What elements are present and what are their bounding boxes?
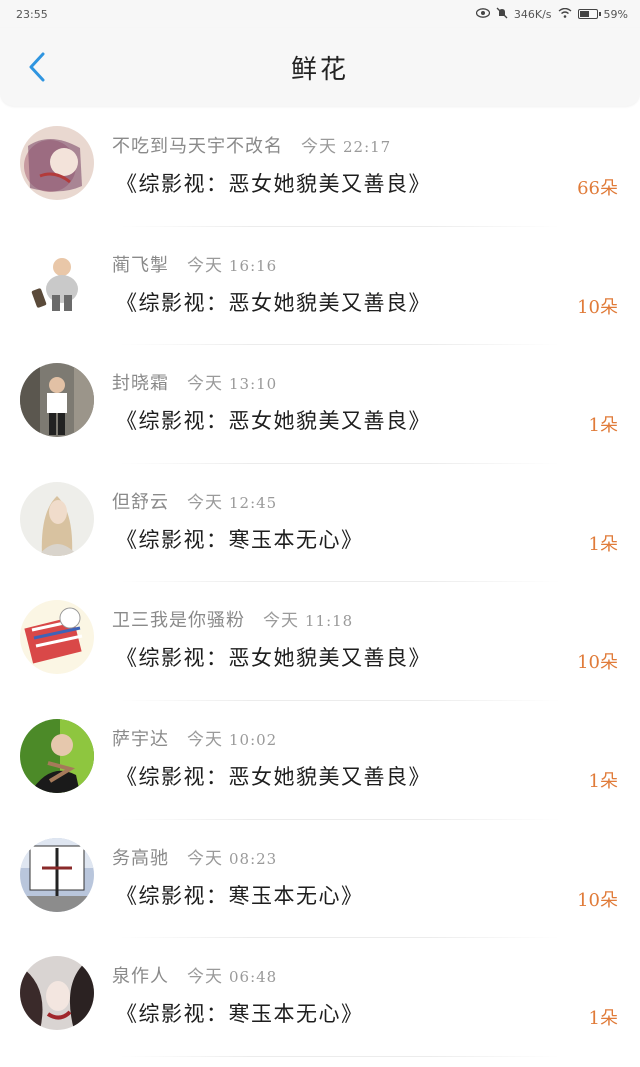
chevron-left-icon bbox=[29, 52, 45, 82]
book-title: 《综影视：恶女她貌美又善良》 bbox=[116, 764, 431, 789]
book-title: 《综影视：恶女她貌美又善良》 bbox=[116, 409, 431, 434]
username: 蔺飞掣 bbox=[112, 254, 169, 276]
book-title: 《综影视：恶女她貌美又善良》 bbox=[116, 290, 431, 315]
timestamp: 今天 13:10 bbox=[187, 374, 278, 395]
user-info: 泉作人 今天 06:48 bbox=[112, 962, 277, 988]
book-title: 《综影视：恶女她貌美又善良》 bbox=[116, 172, 431, 196]
timestamp: 今天 11:18 bbox=[263, 611, 354, 632]
username: 务高驰 bbox=[112, 847, 169, 869]
user-info: 封晓霜 今天 13:10 bbox=[112, 369, 277, 395]
status-time: 23:55 bbox=[16, 7, 48, 21]
avatar[interactable] bbox=[20, 481, 94, 556]
avatar[interactable] bbox=[20, 244, 94, 319]
divider bbox=[120, 1055, 560, 1057]
user-info: 蔺飞掣 今天 16:16 bbox=[112, 251, 277, 277]
username: 泉作人 bbox=[112, 966, 169, 988]
app-header: 鲜花 bbox=[0, 28, 640, 106]
username: 不吃到马天宇不改名 bbox=[112, 136, 283, 157]
timestamp: 今天 16:16 bbox=[187, 255, 278, 276]
list-item[interactable]: 但舒云 今天 12:45 《综影视：寒玉本无心》 1朵 bbox=[0, 464, 640, 583]
user-info: 但舒云 今天 12:45 bbox=[112, 488, 277, 514]
back-button[interactable] bbox=[22, 49, 52, 85]
flower-count: 1朵 bbox=[588, 415, 618, 437]
avatar[interactable] bbox=[20, 956, 94, 1031]
username: 卫三我是你骚粉 bbox=[112, 610, 245, 632]
user-info: 卫三我是你骚粉 今天 11:18 bbox=[112, 606, 353, 632]
timestamp: 今天 22:17 bbox=[301, 137, 392, 157]
mute-bell-icon bbox=[496, 7, 508, 22]
timestamp: 今天 12:45 bbox=[187, 492, 278, 513]
flower-count: 1朵 bbox=[588, 1008, 618, 1030]
avatar[interactable] bbox=[20, 600, 94, 675]
list-item[interactable]: 务高驰 今天 08:23 《综影视：寒玉本无心》 10朵 bbox=[0, 820, 640, 939]
book-title: 《综影视：恶女她貌美又善良》 bbox=[116, 646, 431, 671]
user-info: 萨宇达 今天 10:02 bbox=[112, 725, 277, 751]
flower-count: 66朵 bbox=[577, 178, 618, 199]
avatar[interactable] bbox=[20, 718, 94, 793]
page-title: 鲜花 bbox=[290, 54, 349, 85]
list-item[interactable]: 萨宇达 今天 10:02 《综影视：恶女她貌美又善良》 1朵 bbox=[0, 701, 640, 820]
book-title: 《综影视：寒玉本无心》 bbox=[116, 527, 364, 552]
status-bar: 23:55 346K/s 59% bbox=[0, 0, 640, 28]
avatar[interactable] bbox=[20, 363, 94, 438]
eye-icon bbox=[475, 7, 491, 21]
list-item[interactable]: 蔺飞掣 今天 16:16 《综影视：恶女她貌美又善良》 10朵 bbox=[0, 227, 640, 346]
timestamp: 今天 06:48 bbox=[187, 967, 278, 988]
network-speed: 346K/s bbox=[513, 7, 552, 21]
book-title: 《综影视：寒玉本无心》 bbox=[116, 1002, 364, 1027]
list-item[interactable]: 泉作人 今天 06:48 《综影视：寒玉本无心》 1朵 bbox=[0, 938, 640, 1057]
list-item[interactable]: 不吃到马天宇不改名 今天 22:17 《综影视：恶女她貌美又善良》 66朵 bbox=[0, 108, 640, 227]
user-info: 务高驰 今天 08:23 bbox=[112, 844, 277, 870]
avatar[interactable] bbox=[20, 837, 94, 912]
list-item[interactable]: 卫三我是你骚粉 今天 11:18 《综影视：恶女她貌美又善良》 10朵 bbox=[0, 582, 640, 701]
wifi-icon bbox=[558, 7, 572, 21]
timestamp: 今天 10:02 bbox=[187, 729, 278, 750]
flower-count: 10朵 bbox=[577, 652, 618, 674]
flower-count: 10朵 bbox=[577, 889, 618, 911]
timestamp: 今天 08:23 bbox=[187, 848, 278, 869]
status-icons: 346K/s 59% bbox=[475, 7, 628, 22]
book-title: 《综影视：寒玉本无心》 bbox=[116, 883, 364, 908]
battery-icon bbox=[577, 9, 601, 19]
user-info: 不吃到马天宇不改名 今天 22:17 bbox=[112, 132, 391, 158]
flower-count: 1朵 bbox=[588, 770, 618, 792]
username: 但舒云 bbox=[112, 491, 169, 513]
flower-list: 不吃到马天宇不改名 今天 22:17 《综影视：恶女她貌美又善良》 66朵 蔺飞掣… bbox=[0, 108, 640, 1057]
list-item[interactable]: 封晓霜 今天 13:10 《综影视：恶女她貌美又善良》 1朵 bbox=[0, 345, 640, 464]
battery-level: 59% bbox=[603, 7, 628, 21]
username: 封晓霜 bbox=[112, 373, 169, 395]
avatar[interactable] bbox=[20, 126, 94, 200]
username: 萨宇达 bbox=[112, 728, 169, 750]
flower-count: 10朵 bbox=[577, 296, 618, 318]
flower-count: 1朵 bbox=[588, 533, 618, 555]
